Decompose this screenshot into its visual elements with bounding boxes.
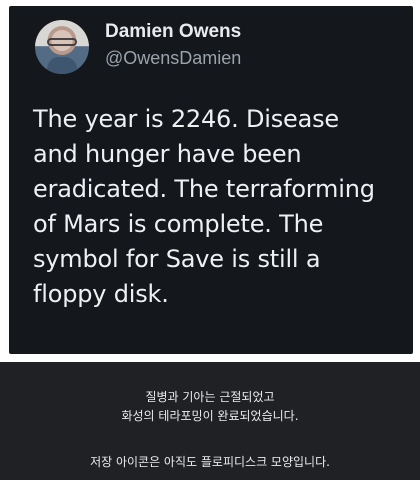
tweet-card: Damien Owens @OwensDamien The year is 22… <box>9 6 413 354</box>
profile-photo-avatar[interactable] <box>35 20 89 74</box>
caption-line: 화성의 테라포밍이 완료되었습니다. <box>121 409 299 423</box>
tweet-text-line: eradicated. The terraforming <box>33 175 375 203</box>
tweet-text-line: of Mars is complete. The <box>33 210 324 238</box>
caption-line: 질병과 기아는 근절되었고 <box>145 390 275 404</box>
tweet-screenshot-frame: Damien Owens @OwensDamien The year is 22… <box>0 0 420 362</box>
tweet-text-line: and hunger have been <box>33 140 302 168</box>
tweet-text-line: symbol for Save is still a <box>33 245 321 273</box>
author-handle[interactable]: @OwensDamien <box>105 48 241 69</box>
tweet-text: The year is 2246. Disease and hunger hav… <box>33 102 403 312</box>
translation-caption-panel: 질병과 기아는 근절되었고 화성의 테라포밍이 완료되었습니다. 저장 아이콘은… <box>0 362 420 480</box>
tweet-text-line: floppy disk. <box>33 280 169 308</box>
tweet-text-line: The year is 2246. Disease <box>33 105 339 133</box>
author-name[interactable]: Damien Owens <box>105 21 241 43</box>
caption-line: 저장 아이콘은 아직도 플로피디스크 모양입니다. <box>90 455 330 469</box>
